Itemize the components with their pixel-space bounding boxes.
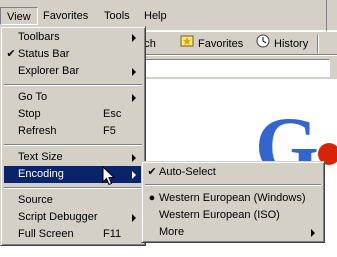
menu-tools-label: Tools (104, 10, 130, 22)
toolbar-separator (317, 35, 319, 53)
menu-item-toolbars[interactable]: Toolbars (4, 29, 142, 46)
menu-favorites[interactable]: Favorites (37, 7, 94, 25)
menu-item-label: Go To (18, 91, 48, 103)
submenu-arrow-icon (132, 34, 136, 42)
submenu-arrow-icon (311, 229, 315, 237)
submenu-arrow-icon (132, 68, 136, 76)
menu-item-auto-select[interactable]: ✔ Auto-Select (145, 164, 321, 181)
shortcut-label: F11 (103, 228, 122, 240)
menu-item-label: Encoding (18, 168, 64, 180)
menu-item-western-european-iso[interactable]: Western European (ISO) (145, 207, 321, 224)
menu-item-source[interactable]: Source (4, 192, 142, 209)
menu-view[interactable]: View (0, 7, 38, 25)
favorites-icon (179, 33, 195, 55)
menu-item-go-to[interactable]: Go To (4, 89, 142, 106)
menu-item-label: Auto-Select (159, 166, 216, 178)
encoding-submenu: ✔ Auto-Select ● Western European (Window… (141, 161, 325, 243)
menu-item-label: Western European (Windows) (159, 192, 306, 204)
submenu-arrow-icon (132, 154, 136, 162)
menubar-edge (326, 0, 337, 31)
menu-item-western-european-windows[interactable]: ● Western European (Windows) (145, 190, 321, 207)
menu-item-status-bar[interactable]: ✔ Status Bar (4, 46, 142, 63)
menu-help-label: Help (144, 10, 167, 22)
menu-item-label: More (159, 226, 185, 238)
menu-item-label: Explorer Bar (18, 65, 80, 77)
menu-item-label: Status Bar (18, 48, 70, 60)
checkmark-icon: ✔ (6, 48, 16, 60)
shortcut-label: Esc (103, 108, 122, 120)
menu-separator (145, 184, 321, 186)
menu-item-label: Stop (18, 108, 41, 120)
menu-item-label: Refresh (18, 125, 57, 137)
mouse-cursor-icon (102, 166, 116, 186)
menu-item-more[interactable]: More (145, 224, 321, 241)
radio-bullet-icon: ● (148, 192, 156, 204)
menu-tools[interactable]: Tools (98, 7, 136, 25)
favorites-button-label: Favorites (198, 38, 244, 50)
submenu-arrow-icon (132, 214, 136, 222)
menu-item-encoding[interactable]: Encoding (4, 166, 142, 183)
menu-item-refresh[interactable]: Refresh F5 (4, 123, 142, 140)
menu-favorites-label: Favorites (43, 10, 89, 22)
menu-item-script-debugger[interactable]: Script Debugger (4, 209, 142, 226)
menu-separator (4, 84, 142, 86)
menu-item-label: Text Size (18, 151, 63, 163)
menu-item-label: Script Debugger (18, 211, 98, 223)
menu-item-explorer-bar[interactable]: Explorer Bar (4, 63, 142, 80)
menu-help[interactable]: Help (138, 7, 173, 25)
address-field[interactable] (140, 59, 330, 77)
menu-item-label: Source (18, 194, 53, 206)
checkmark-icon: ✔ (147, 166, 157, 178)
submenu-arrow-icon (132, 94, 136, 102)
history-icon (255, 33, 271, 55)
menu-item-full-screen[interactable]: Full Screen F11 (4, 226, 142, 243)
menu-item-text-size[interactable]: Text Size (4, 149, 142, 166)
menu-separator (4, 144, 142, 146)
favorites-button[interactable]: Favorites (176, 35, 246, 53)
menu-view-label: View (7, 11, 31, 23)
history-button[interactable]: History (252, 33, 311, 55)
view-menu: Toolbars ✔ Status Bar Explorer Bar Go To… (0, 26, 146, 246)
menu-item-label: Western European (ISO) (159, 209, 280, 221)
shortcut-label: F5 (103, 125, 116, 137)
menu-separator (4, 187, 142, 189)
menu-item-label: Toolbars (18, 31, 60, 43)
history-button-label: History (274, 38, 309, 50)
menu-item-stop[interactable]: Stop Esc (4, 106, 142, 123)
submenu-arrow-icon (132, 171, 136, 179)
menu-item-label: Full Screen (18, 228, 74, 240)
